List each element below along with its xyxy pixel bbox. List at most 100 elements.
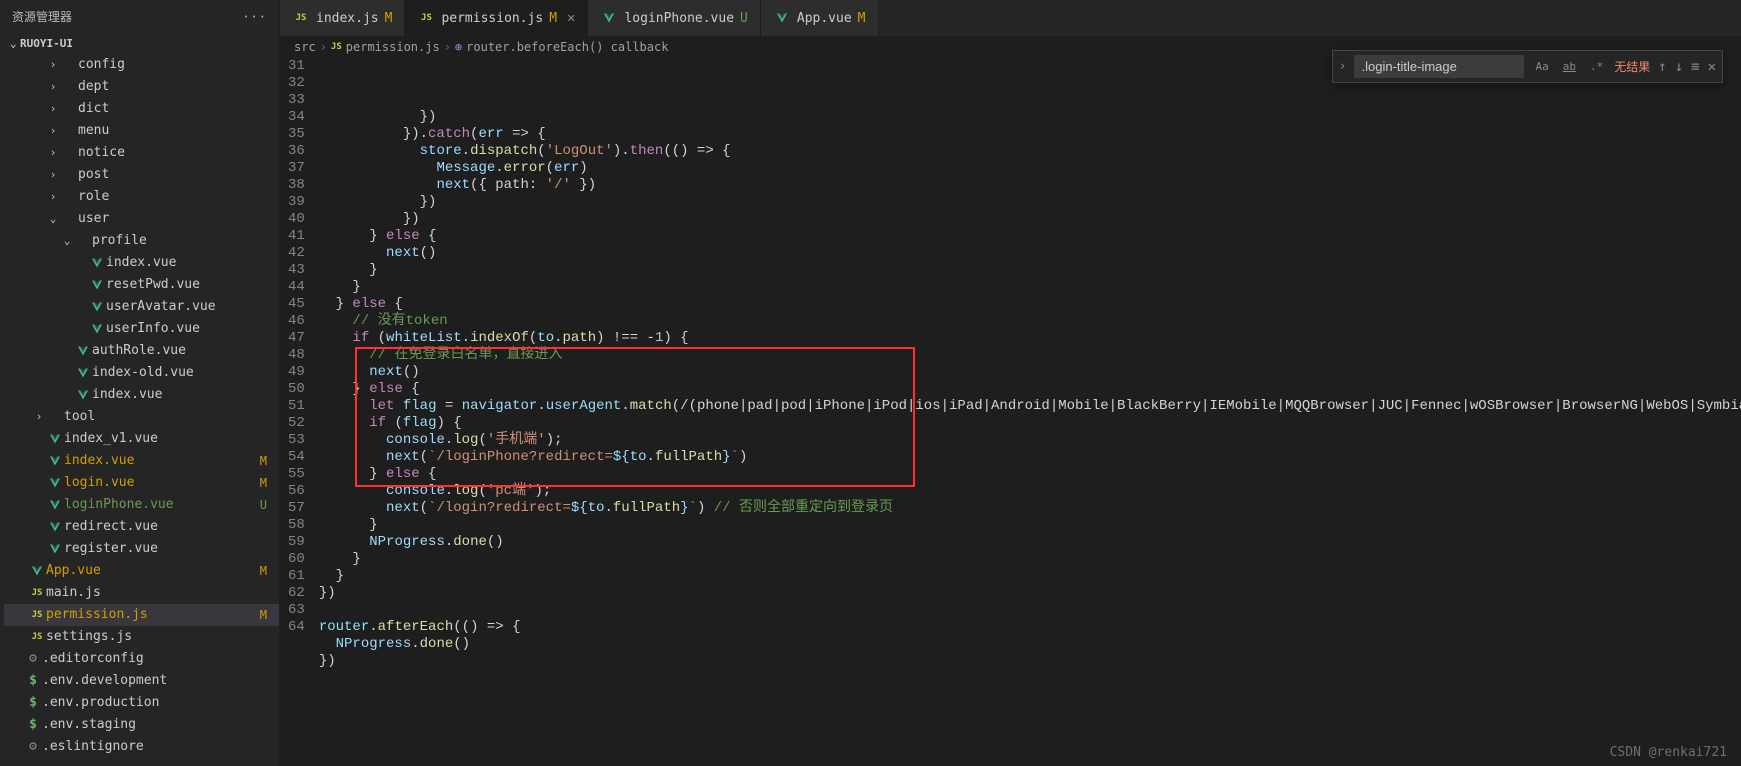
chevron-down-icon: ⌄ xyxy=(10,37,20,50)
code-line[interactable]: router.afterEach(() => { xyxy=(319,619,1741,636)
git-status: M xyxy=(549,11,557,26)
tree-file[interactable]: userAvatar.vue xyxy=(4,296,279,318)
code-editor[interactable]: 3132333435363738394041424344454647484950… xyxy=(280,58,1741,766)
tree-folder[interactable]: ⌄profile xyxy=(4,230,279,252)
code-line[interactable]: }) xyxy=(319,109,1741,126)
tree-file[interactable]: $.env.production xyxy=(4,692,279,714)
tree-file[interactable]: ⚙.editorconfig xyxy=(4,648,279,670)
tree-file[interactable]: resetPwd.vue xyxy=(4,274,279,296)
tree-label: settings.js xyxy=(46,627,273,647)
code-line[interactable]: }) xyxy=(319,653,1741,670)
watermark: CSDN @renkai721 xyxy=(1610,745,1727,760)
tree-file[interactable]: register.vue xyxy=(4,538,279,560)
code-line[interactable]: NProgress.done() xyxy=(319,534,1741,551)
find-regex-icon[interactable]: .* xyxy=(1587,58,1606,75)
tree-file[interactable]: index_v1.vue xyxy=(4,428,279,450)
git-status: M xyxy=(858,11,866,26)
breadcrumb-part[interactable]: permission.js xyxy=(346,40,440,54)
code-line[interactable]: } else { xyxy=(319,228,1741,245)
code-content[interactable]: }) }).catch(err => { store.dispatch('Log… xyxy=(319,58,1741,766)
code-line[interactable]: NProgress.done() xyxy=(319,636,1741,653)
code-line[interactable]: if (whiteList.indexOf(to.path) !== -1) { xyxy=(319,330,1741,347)
tree-file[interactable]: JSmain.js xyxy=(4,582,279,604)
code-line[interactable]: // 没有token xyxy=(319,313,1741,330)
tree-file[interactable]: redirect.vue xyxy=(4,516,279,538)
vue-icon xyxy=(88,279,106,291)
vue-icon xyxy=(28,565,46,577)
tree-folder[interactable]: ›notice xyxy=(4,142,279,164)
code-line[interactable]: } xyxy=(319,568,1741,585)
tree-file[interactable]: ⚙.eslintignore xyxy=(4,736,279,758)
code-line[interactable]: }) xyxy=(319,585,1741,602)
tree-file[interactable]: loginPhone.vueU xyxy=(4,494,279,516)
tree-folder[interactable]: ⌄user xyxy=(4,208,279,230)
code-line[interactable]: } xyxy=(319,551,1741,568)
tree-file[interactable]: JSpermission.jsM xyxy=(4,604,279,626)
tree-file[interactable]: login.vueM xyxy=(4,472,279,494)
tree-label: App.vue xyxy=(46,561,260,581)
tree-folder[interactable]: ›config xyxy=(4,54,279,76)
vue-icon xyxy=(600,12,618,24)
tree-folder[interactable]: ›tool xyxy=(4,406,279,428)
sidebar-more-icon[interactable]: ··· xyxy=(242,10,267,24)
code-line[interactable]: next({ path: '/' }) xyxy=(319,177,1741,194)
find-toggle-icon[interactable]: › xyxy=(1339,59,1347,74)
git-status: U xyxy=(260,495,267,515)
vue-icon xyxy=(74,367,92,379)
code-line[interactable]: } else { xyxy=(319,296,1741,313)
code-line[interactable]: }).catch(err => { xyxy=(319,126,1741,143)
close-icon[interactable]: ✕ xyxy=(567,10,575,26)
code-line[interactable] xyxy=(319,670,1741,687)
find-filter-icon[interactable]: ≡ xyxy=(1691,59,1699,75)
tree-folder[interactable]: ›role xyxy=(4,186,279,208)
tree-file[interactable]: $.env.development xyxy=(4,670,279,692)
find-word-icon[interactable]: ab xyxy=(1560,58,1579,75)
tab-permission-js[interactable]: JSpermission.jsM✕ xyxy=(405,0,588,36)
tree-label: main.js xyxy=(46,583,273,603)
tree-file[interactable]: authRole.vue xyxy=(4,340,279,362)
tab-loginPhone-vue[interactable]: loginPhone.vueU xyxy=(588,0,760,36)
code-line[interactable]: } xyxy=(319,279,1741,296)
tab-index-js[interactable]: JSindex.jsM xyxy=(280,0,405,36)
chevron-icon: ⌄ xyxy=(60,231,74,251)
find-next-icon[interactable]: ↓ xyxy=(1675,59,1683,75)
code-line[interactable] xyxy=(319,602,1741,619)
tree-file[interactable]: App.vueM xyxy=(4,560,279,582)
tab-bar: JSindex.jsMJSpermission.jsM✕loginPhone.v… xyxy=(280,0,1741,36)
tree-file[interactable]: index.vueM xyxy=(4,450,279,472)
tree-file[interactable]: index.vue xyxy=(4,252,279,274)
js-icon: JS xyxy=(28,605,46,625)
breadcrumb-part[interactable]: router.beforeEach() callback xyxy=(466,40,668,54)
tree-file[interactable]: index.vue xyxy=(4,384,279,406)
code-line[interactable]: next() xyxy=(319,245,1741,262)
tree-label: index.vue xyxy=(106,253,273,273)
code-line[interactable]: }) xyxy=(319,211,1741,228)
tree-file[interactable]: userInfo.vue xyxy=(4,318,279,340)
git-status: M xyxy=(260,605,267,625)
git-status: M xyxy=(260,561,267,581)
gear-icon: ⚙ xyxy=(24,649,42,669)
tree-file[interactable]: index-old.vue xyxy=(4,362,279,384)
sidebar: 资源管理器 ··· ⌄ RUOYI-UI ›config›dept›dict›m… xyxy=(0,0,280,766)
code-line[interactable]: } xyxy=(319,262,1741,279)
tree-file[interactable]: JSsettings.js xyxy=(4,626,279,648)
find-case-icon[interactable]: Aa xyxy=(1532,58,1551,75)
find-input[interactable] xyxy=(1354,55,1524,78)
find-prev-icon[interactable]: ↑ xyxy=(1658,59,1666,75)
breadcrumb-part[interactable]: src xyxy=(294,40,316,54)
tab-App-vue[interactable]: App.vueM xyxy=(761,0,879,36)
code-line[interactable]: store.dispatch('LogOut').then(() => { xyxy=(319,143,1741,160)
find-close-icon[interactable]: ✕ xyxy=(1708,59,1716,75)
tree-file[interactable]: $.env.staging xyxy=(4,714,279,736)
tree-folder[interactable]: ›dept xyxy=(4,76,279,98)
code-line[interactable]: Message.error(err) xyxy=(319,160,1741,177)
code-line[interactable]: }) xyxy=(319,194,1741,211)
code-line[interactable]: } xyxy=(319,517,1741,534)
tree-folder[interactable]: ›dict xyxy=(4,98,279,120)
project-root[interactable]: ⌄ RUOYI-UI xyxy=(0,33,279,54)
tree-folder[interactable]: ›post xyxy=(4,164,279,186)
tree-label: .env.development xyxy=(42,671,273,691)
tree-folder[interactable]: ›menu xyxy=(4,120,279,142)
method-icon: ⊕ xyxy=(455,40,462,54)
code-line[interactable]: next(`/login?redirect=${to.fullPath}`) /… xyxy=(319,500,1741,517)
